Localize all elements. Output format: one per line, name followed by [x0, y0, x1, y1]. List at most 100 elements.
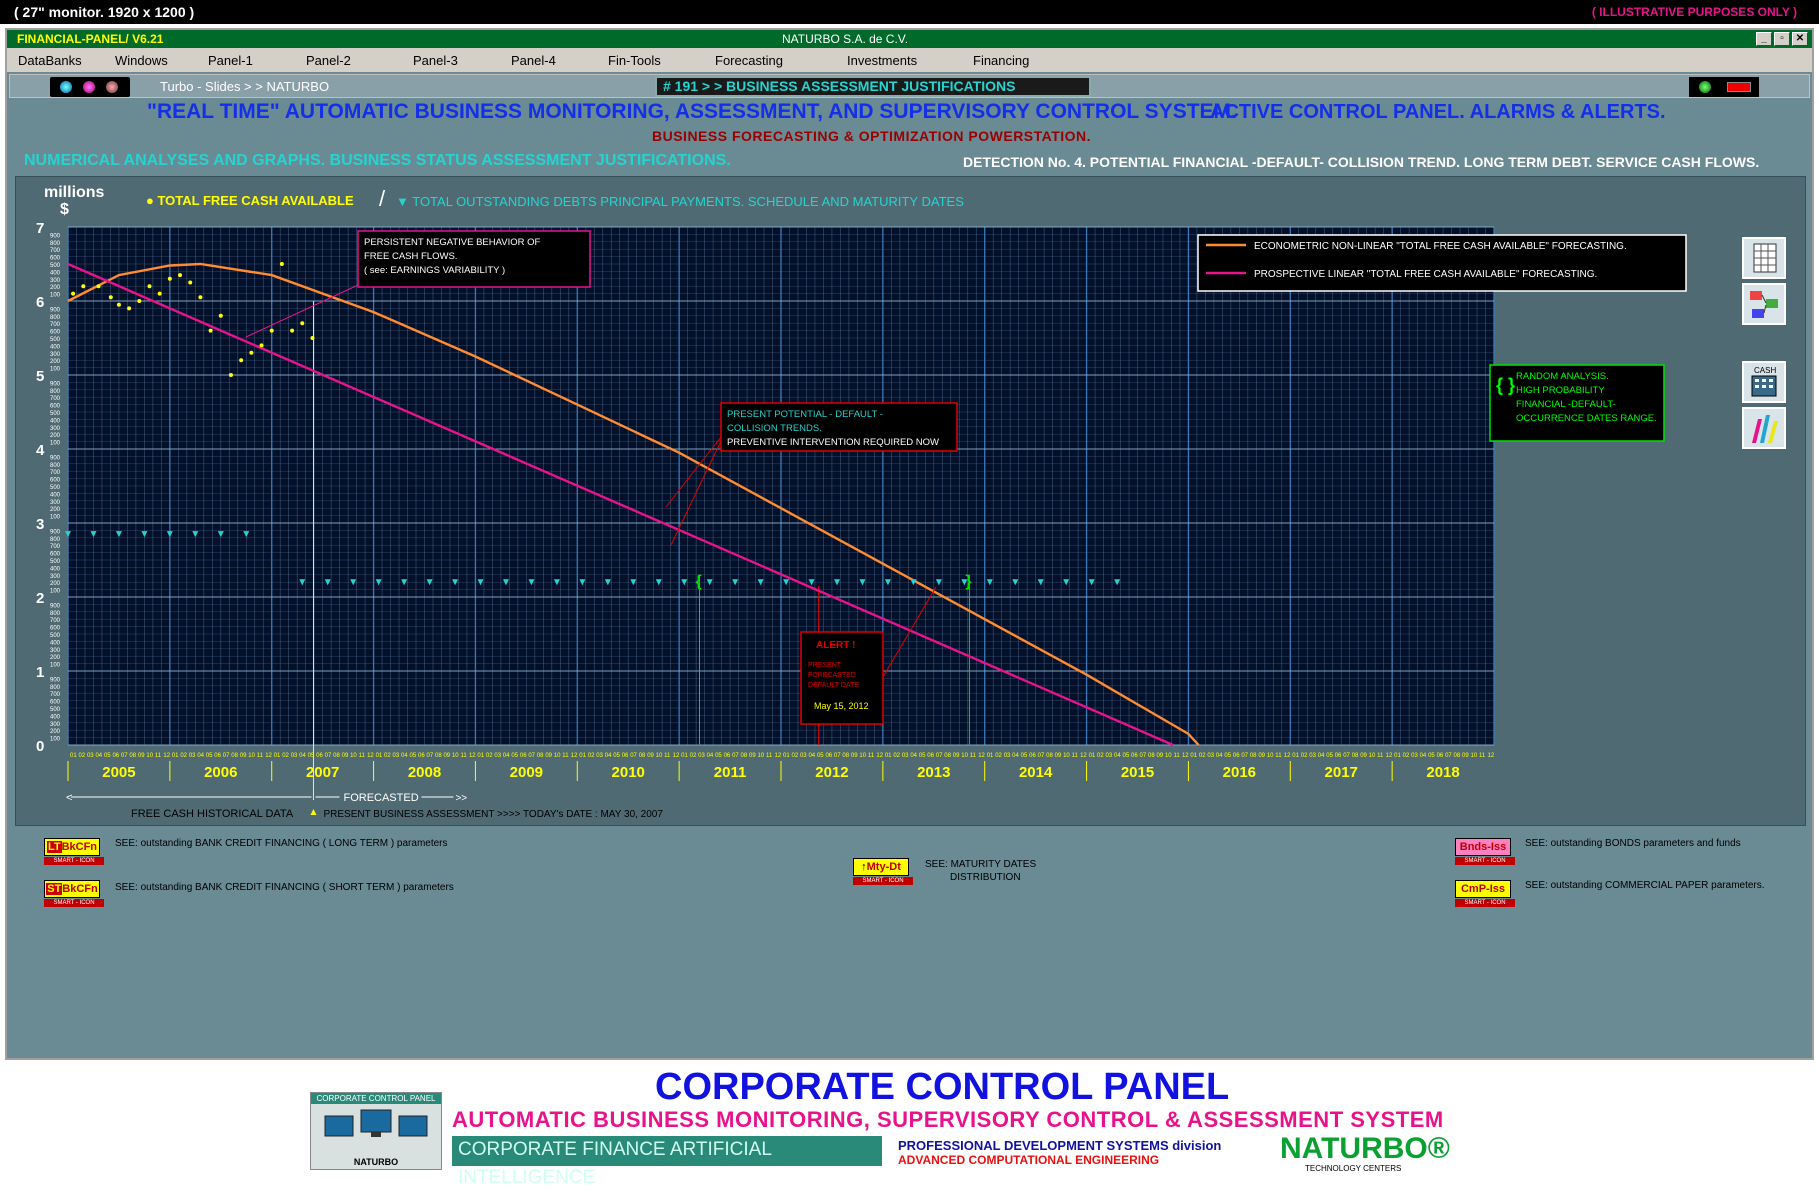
y-minor-tick-label: 200	[50, 581, 61, 587]
month-tick-label: 04	[910, 753, 917, 759]
y-minor-tick-label: 100	[50, 293, 61, 299]
month-tick-label: 09	[443, 753, 450, 759]
year-tick-label: 2012	[815, 764, 848, 781]
month-tick-label: 09	[851, 753, 858, 759]
month-tick-label: 12	[978, 753, 985, 759]
st-bank-credit-icon[interactable]: STBkCFn SMART - ICON	[44, 880, 104, 912]
month-tick-label: 08	[231, 753, 238, 759]
annotation-negative-behavior-line: ( see: EARNINGS VARIABILITY )	[364, 265, 505, 276]
month-tick-label: 07	[325, 753, 332, 759]
historical-label: FREE CASH HISTORICAL DATA	[131, 808, 294, 820]
month-tick-label: 07	[1343, 753, 1350, 759]
free-cash-point	[310, 336, 315, 340]
month-tick-label: 01	[477, 753, 484, 759]
month-tick-label: 07	[427, 753, 434, 759]
year-tick-label: 2013	[917, 764, 950, 781]
month-tick-label: 12	[1284, 753, 1291, 759]
menu-investments[interactable]: Investments	[847, 53, 917, 68]
y-minor-tick-label: 700	[50, 692, 61, 698]
restore-button[interactable]: ▫	[1774, 32, 1790, 46]
commercial-paper-icon[interactable]: CmP-Iss SMART - ICON	[1455, 880, 1515, 912]
alarm-icon[interactable]	[1727, 82, 1751, 92]
month-tick-label: 02	[282, 753, 289, 759]
monitors-icon	[324, 1109, 428, 1137]
menu-windows[interactable]: Windows	[115, 53, 168, 68]
free-cash-point	[137, 299, 142, 303]
spreadsheet-icon[interactable]	[1742, 237, 1786, 279]
page-headline: "REAL TIME" AUTOMATIC BUSINESS MONITORIN…	[147, 100, 1237, 123]
month-tick-label: 06	[825, 753, 832, 759]
menu-panel-4[interactable]: Panel-4	[511, 53, 556, 68]
menu-panel-1[interactable]: Panel-1	[208, 53, 253, 68]
y-minor-tick-label: 500	[50, 707, 61, 713]
month-tick-label: 11	[664, 753, 671, 759]
month-tick-label: 05	[1224, 753, 1231, 759]
month-tick-label: 03	[1207, 753, 1214, 759]
section-title-left: NUMERICAL ANALYSES AND GRAPHS. BUSINESS …	[24, 152, 731, 169]
y-tick-label: 6	[36, 294, 44, 311]
free-cash-point	[228, 373, 233, 377]
free-cash-point	[81, 284, 86, 289]
month-tick-label: 01	[783, 753, 790, 759]
chart-legend-box-line: PROSPECTIVE LINEAR "TOTAL FREE CASH AVAI…	[1254, 269, 1597, 280]
y-minor-tick-label: 900	[50, 233, 61, 239]
month-tick-label: 09	[1156, 753, 1163, 759]
menu-forecasting[interactable]: Forecasting	[715, 53, 783, 68]
month-tick-label: 11	[1072, 753, 1079, 759]
month-tick-label: 03	[902, 753, 909, 759]
y-tick-label: 1	[36, 664, 44, 681]
y-minor-tick-label: 500	[50, 337, 61, 343]
chart-legend-box: ECONOMETRIC NON-LINEAR "TOTAL FREE CASH …	[1197, 234, 1687, 292]
y-minor-tick-label: 800	[50, 389, 61, 395]
y-minor-tick-label: 200	[50, 655, 61, 661]
minimize-button[interactable]: _	[1756, 32, 1772, 46]
month-tick-label: 10	[1165, 753, 1172, 759]
cyan-light-icon[interactable]	[60, 81, 72, 93]
month-tick-label: 05	[1021, 753, 1028, 759]
close-button[interactable]: ✕	[1792, 32, 1808, 46]
annotation-alert-box: ALERT ! PRESENT FORECASTED DEFAULT DATE May …	[800, 631, 884, 725]
flowchart-icon[interactable]	[1742, 283, 1786, 325]
app-title: FINANCIAL-PANEL/ V6.21	[17, 32, 164, 46]
y-minor-tick-label: 600	[50, 552, 61, 558]
bar-graph-icon[interactable]	[1742, 407, 1786, 449]
menu-panel-2[interactable]: Panel-2	[306, 53, 351, 68]
month-tick-label: 12	[1488, 753, 1495, 759]
menu-fin-tools[interactable]: Fin-Tools	[608, 53, 661, 68]
month-tick-label: 10	[248, 753, 255, 759]
month-tick-label: 06	[1233, 753, 1240, 759]
month-tick-label: 04	[197, 753, 204, 759]
free-cash-point	[249, 350, 254, 355]
free-cash-point	[127, 306, 132, 311]
month-tick-label: 08	[1352, 753, 1359, 759]
cash-calculator-icon[interactable]: CASH	[1742, 361, 1786, 403]
month-tick-label: 12	[775, 753, 782, 759]
magenta-light-icon[interactable]	[83, 81, 95, 93]
y-tick-label: 0	[36, 738, 44, 755]
month-tick-label: 12	[1386, 753, 1393, 759]
month-tick-label: 03	[800, 753, 807, 759]
lt-bank-credit-icon[interactable]: LTBkCFn SMART - ICON	[44, 838, 104, 870]
year-tick-label: 2015	[1121, 764, 1154, 781]
company-name: NATURBO S.A. de C.V.	[782, 32, 909, 46]
menu-panel-3[interactable]: Panel-3	[413, 53, 458, 68]
maturity-dates-note-2: DISTRIBUTION	[950, 872, 1021, 883]
month-tick-label: 03	[1004, 753, 1011, 759]
illustrative-note: ( ILLUSTRATIVE PURPOSES ONLY )	[1591, 5, 1797, 19]
month-tick-label: 01	[376, 753, 383, 759]
year-tick-label: 2007	[306, 764, 339, 781]
menu-databanks[interactable]: DataBanks	[18, 53, 82, 68]
green-light-icon[interactable]	[1699, 81, 1711, 93]
month-tick-label: 02	[893, 753, 900, 759]
red-light-icon[interactable]	[106, 81, 118, 93]
month-tick-label: 05	[715, 753, 722, 759]
bonds-icon[interactable]: Bnds-Iss SMART - ICON	[1455, 838, 1515, 870]
menu-financing[interactable]: Financing	[973, 53, 1029, 68]
breadcrumb[interactable]: Turbo - Slides > > NATURBO	[160, 79, 329, 94]
y-minor-tick-label: 900	[50, 307, 61, 313]
maturity-dates-icon[interactable]: ↑Mty-Dt SMART - ICON	[853, 858, 913, 890]
month-tick-label: 01	[1394, 753, 1401, 759]
annotation-collision-trends-line: COLLISION TRENDS.	[727, 423, 822, 434]
annotation-random-analysis-line: RANDOM ANALYSIS.	[1516, 371, 1609, 382]
month-tick-label: 09	[749, 753, 756, 759]
